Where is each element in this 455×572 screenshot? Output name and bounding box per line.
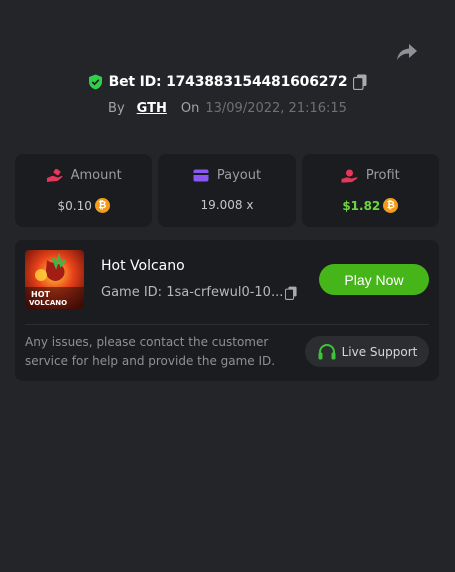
verified-shield-icon	[88, 74, 103, 90]
bet-id-text: Bet ID: 1743883154481606272	[108, 74, 348, 90]
bitcoin-coin-icon: ₿	[94, 198, 110, 213]
game-id-text: Game ID: 1sa-crfewul0-10...	[101, 285, 284, 300]
stat-profit-label: Profit	[365, 168, 400, 183]
stat-payout-label: Payout	[216, 168, 262, 183]
share-icon[interactable]	[395, 40, 419, 64]
game-card: HOT VOLCANO Hot Volcano Game ID: 1sa-crf…	[15, 240, 439, 381]
play-now-button[interactable]: Play Now	[319, 264, 429, 295]
stat-amount-label: Amount	[70, 168, 122, 183]
bet-stats: Amount $0.10 ₿ Payout 19.008 x Profit $1…	[15, 154, 439, 227]
stat-profit-value: $1.82	[342, 198, 381, 213]
live-support-label: Live Support	[341, 344, 418, 359]
copy-icon[interactable]	[353, 74, 367, 91]
game-id-row: Game ID: 1sa-crfewul0-10...	[101, 285, 297, 300]
bet-meta-row: By GTH On 13/09/2022, 21:16:15	[0, 99, 455, 117]
support-note: Any issues, please contact the customer …	[25, 335, 276, 368]
thumb-title-line2: VOLCANO	[29, 299, 67, 307]
stat-payout-value: 19.008 x	[200, 198, 254, 212]
stat-amount: Amount $0.10 ₿	[15, 154, 153, 227]
bet-datetime: 13/09/2022, 21:16:15	[205, 100, 347, 116]
profit-hand-icon	[341, 169, 358, 183]
stat-profit: Profit $1.82 ₿	[301, 154, 439, 227]
bitcoin-coin-icon: ₿	[383, 198, 399, 213]
game-title: Hot Volcano	[101, 258, 185, 274]
by-label: By	[108, 100, 125, 116]
stat-amount-value: $0.10	[57, 198, 92, 213]
divider	[25, 324, 429, 325]
on-label: On	[180, 100, 200, 116]
live-support-button[interactable]: Live Support	[305, 336, 429, 367]
game-thumbnail[interactable]: HOT VOLCANO	[25, 250, 84, 309]
headset-icon	[317, 343, 337, 361]
thumb-title-line1: HOT	[31, 290, 50, 299]
copy-icon[interactable]	[285, 286, 297, 300]
stat-payout: Payout 19.008 x	[158, 154, 296, 227]
bet-id-row: Bet ID: 1743883154481606272	[0, 72, 455, 92]
bet-hand-icon	[46, 168, 63, 183]
wallet-card-icon	[193, 169, 209, 182]
username-link[interactable]: GTH	[137, 101, 167, 116]
